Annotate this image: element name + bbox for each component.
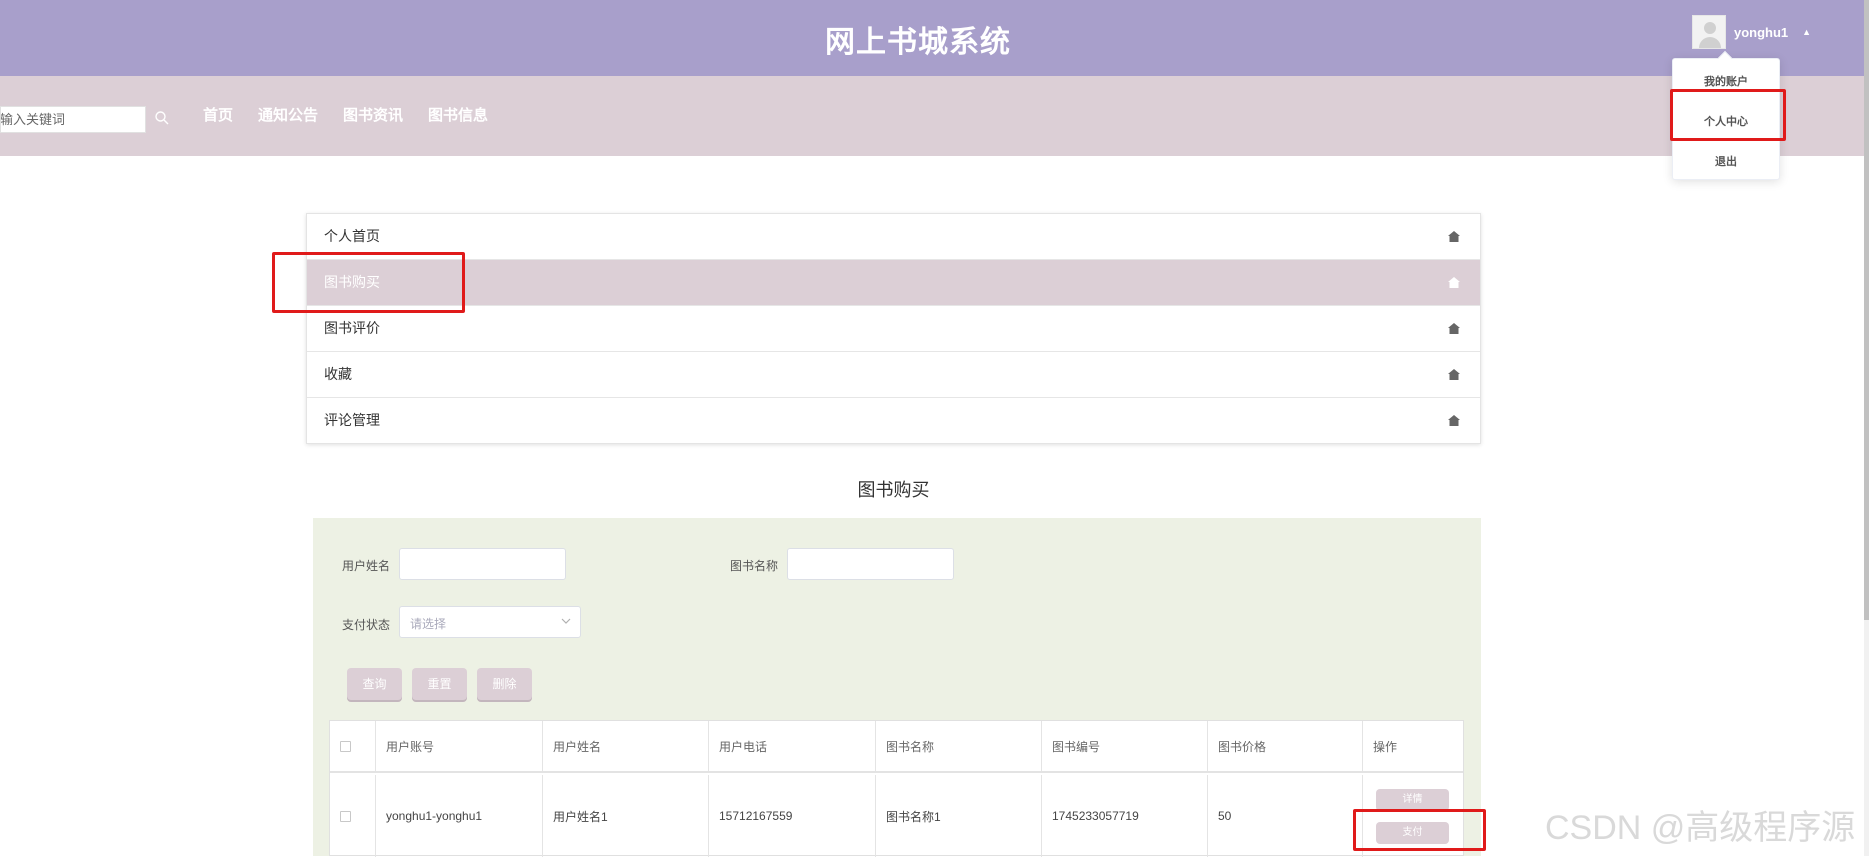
home-icon bbox=[1448, 323, 1460, 334]
menu-item-personal-home[interactable]: 个人首页 bbox=[307, 214, 1480, 260]
dropdown-item-personal-center[interactable]: 个人中心 bbox=[1673, 113, 1779, 129]
search-icon[interactable] bbox=[154, 110, 170, 126]
menu-item-book-review[interactable]: 图书评价 bbox=[307, 306, 1480, 352]
nav-link-home[interactable]: 首页 bbox=[203, 104, 233, 125]
caret-up-icon[interactable]: ▲ bbox=[1802, 27, 1811, 37]
column-header: 图书名称 bbox=[876, 721, 1042, 771]
watermark: CSDN @高级程序源 bbox=[1545, 809, 1856, 847]
user-name-label: 用户姓名 bbox=[342, 559, 391, 573]
menu-item-label: 图书购买 bbox=[324, 274, 380, 290]
center-menu: 个人首页 图书购买 图书评价 收藏 评论管理 bbox=[306, 213, 1481, 444]
row-checkbox[interactable] bbox=[340, 810, 351, 822]
cell-phone: 15712167559 bbox=[709, 775, 876, 857]
nav-links: 首页 通知公告 图书资讯 图书信息 bbox=[203, 104, 513, 125]
menu-item-book-purchase[interactable]: 图书购买 bbox=[307, 260, 1480, 306]
menu-item-label: 收藏 bbox=[324, 366, 352, 382]
pay-status-label: 支付状态 bbox=[342, 618, 391, 632]
username[interactable]: yonghu1 bbox=[1734, 25, 1788, 40]
cell-name: 用户姓名1 bbox=[543, 775, 709, 857]
table-header-row: 用户账号 用户姓名 用户电话 图书名称 图书编号 图书价格 操作 bbox=[330, 721, 1463, 773]
user-name-input[interactable] bbox=[399, 548, 566, 580]
cell-actions bbox=[1363, 775, 1463, 857]
search-input[interactable]: 请输入关键词 bbox=[0, 106, 146, 133]
cell-book-name: 图书名称1 bbox=[876, 775, 1042, 857]
home-icon bbox=[1448, 415, 1460, 426]
detail-button[interactable]: 详情 bbox=[1376, 789, 1449, 811]
site-title: 网上书城系统 bbox=[825, 26, 1011, 59]
nav-link-book-info[interactable]: 图书信息 bbox=[428, 104, 488, 125]
select-all-checkbox[interactable] bbox=[340, 740, 351, 752]
cell-account: yonghu1-yonghu1 bbox=[376, 775, 543, 857]
delete-button[interactable]: 删除 bbox=[477, 668, 532, 700]
table-row: yonghu1-yonghu1 用户姓名1 15712167559 图书名称1 … bbox=[330, 775, 1463, 857]
column-header: 用户姓名 bbox=[543, 721, 709, 771]
menu-item-comment-management[interactable]: 评论管理 bbox=[307, 398, 1480, 444]
scrollbar-thumb[interactable] bbox=[1864, 0, 1869, 620]
pay-status-placeholder: 请选择 bbox=[410, 617, 447, 631]
nav-link-notices[interactable]: 通知公告 bbox=[258, 104, 318, 125]
column-header: 用户账号 bbox=[376, 721, 543, 771]
menu-item-favorites[interactable]: 收藏 bbox=[307, 352, 1480, 398]
column-header: 用户电话 bbox=[709, 721, 876, 771]
book-name-label: 图书名称 bbox=[730, 559, 779, 573]
pay-button[interactable]: 支付 bbox=[1376, 822, 1449, 844]
dropdown-item-logout[interactable]: 退出 bbox=[1673, 153, 1779, 169]
menu-item-label: 图书评价 bbox=[324, 320, 380, 336]
cell-book-no: 1745233057719 bbox=[1042, 775, 1208, 857]
nav-link-book-news[interactable]: 图书资讯 bbox=[343, 104, 403, 125]
user-dropdown-menu: 我的账户 个人中心 退出 bbox=[1672, 50, 1780, 180]
home-icon bbox=[1448, 277, 1460, 288]
menu-item-label: 个人首页 bbox=[324, 228, 380, 244]
dropdown-item-my-account[interactable]: 我的账户 bbox=[1673, 73, 1779, 89]
purchase-table: 用户账号 用户姓名 用户电话 图书名称 图书编号 图书价格 操作 yonghu1… bbox=[329, 720, 1464, 857]
query-button[interactable]: 查询 bbox=[347, 668, 402, 700]
home-icon bbox=[1448, 231, 1460, 242]
book-name-input[interactable] bbox=[787, 548, 954, 580]
avatar[interactable] bbox=[1692, 15, 1726, 49]
column-header: 图书价格 bbox=[1208, 721, 1363, 771]
column-header: 图书编号 bbox=[1042, 721, 1208, 771]
pay-status-select[interactable]: 请选择 bbox=[399, 606, 581, 638]
reset-button[interactable]: 重置 bbox=[412, 668, 467, 700]
home-icon bbox=[1448, 369, 1460, 380]
cell-price: 50 bbox=[1208, 775, 1363, 857]
user-dropdown-trigger[interactable]: yonghu1 ▲ bbox=[1692, 14, 1811, 50]
top-header: 网上书城系统 yonghu1 ▲ bbox=[0, 0, 1869, 76]
chevron-down-icon bbox=[561, 618, 571, 624]
menu-item-label: 评论管理 bbox=[324, 412, 380, 428]
page-title: 图书购买 bbox=[857, 480, 930, 500]
column-header: 操作 bbox=[1373, 739, 1398, 754]
